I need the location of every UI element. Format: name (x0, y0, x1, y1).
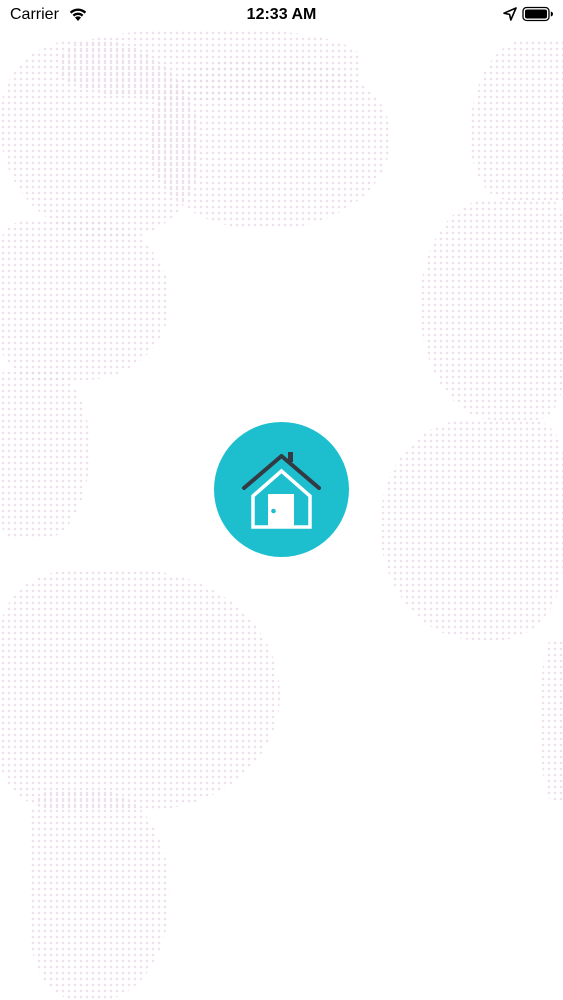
map-south-america-south (30, 790, 170, 1000)
map-island (540, 640, 563, 800)
status-time: 12:33 AM (246, 6, 317, 23)
location-arrow-icon (503, 7, 517, 26)
map-north-america-west (0, 220, 170, 380)
status-bar: Carrier 12:33 AM (0, 0, 563, 30)
map-arctic (60, 30, 360, 100)
map-africa (380, 420, 563, 640)
house-logo (214, 422, 349, 557)
house-icon (214, 422, 349, 557)
map-central-america (0, 370, 90, 540)
map-south-america (0, 570, 280, 810)
map-europe (420, 200, 563, 420)
map-asia (470, 40, 563, 200)
battery-full-icon (522, 6, 554, 27)
splash-screen: Carrier 12:33 AM (0, 0, 563, 1000)
